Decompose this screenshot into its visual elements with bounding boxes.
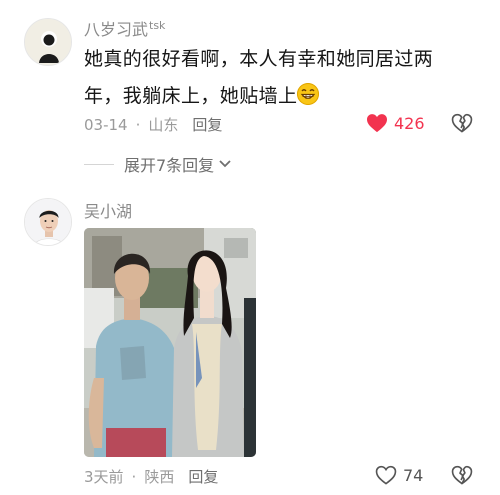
avatar-portrait-image	[25, 199, 71, 245]
like-button[interactable]: 74	[375, 465, 423, 485]
reply-button[interactable]: 回复	[192, 116, 222, 134]
expand-replies-label: 展开7条回复	[124, 156, 215, 175]
comment-location: 陕西	[144, 468, 175, 486]
avatar-silhouette-image	[25, 19, 71, 65]
comment-meta: 03-14 · 山东 回复	[84, 114, 222, 135]
comment-photo[interactable]	[84, 228, 256, 457]
chevron-down-icon	[219, 160, 231, 168]
like-button[interactable]: 426	[366, 113, 425, 133]
comment-text-line: 年，我躺床上，她贴墙上	[84, 78, 474, 115]
expand-replies-button[interactable]: 展开7条回复	[84, 152, 232, 176]
username[interactable]: 吴小湖	[84, 198, 132, 222]
comment-date: 3天前	[84, 468, 124, 486]
avatar[interactable]	[24, 198, 72, 246]
reply-button[interactable]: 回复	[188, 468, 218, 486]
photo-two-people-image	[84, 228, 256, 457]
comment-date: 03-14	[84, 116, 128, 134]
heart-filled-icon	[367, 114, 387, 133]
grinning-face-emoji-icon	[297, 83, 320, 105]
broken-heart-icon	[451, 113, 473, 133]
separator-dot: ·	[131, 468, 137, 486]
avatar[interactable]	[24, 18, 72, 66]
username[interactable]: 八岁习武tsk	[84, 16, 165, 40]
dislike-button[interactable]	[451, 465, 473, 489]
broken-heart-icon	[451, 465, 473, 485]
comment-location: 山东	[148, 116, 179, 134]
heart-outline-icon	[375, 465, 397, 485]
like-count: 426	[394, 113, 425, 133]
dislike-button[interactable]	[451, 113, 473, 137]
comment-text-line: 她真的很好看啊，本人有幸和她同居过两	[84, 48, 434, 70]
divider-line	[84, 163, 114, 165]
username-tag: tsk	[149, 18, 166, 32]
separator-dot: ·	[135, 116, 141, 134]
comment-text: 她真的很好看啊，本人有幸和她同居过两 年，我躺床上，她贴墙上	[84, 41, 474, 115]
like-count: 74	[403, 465, 424, 485]
comment-meta: 3天前 · 陕西 回复	[84, 466, 218, 487]
